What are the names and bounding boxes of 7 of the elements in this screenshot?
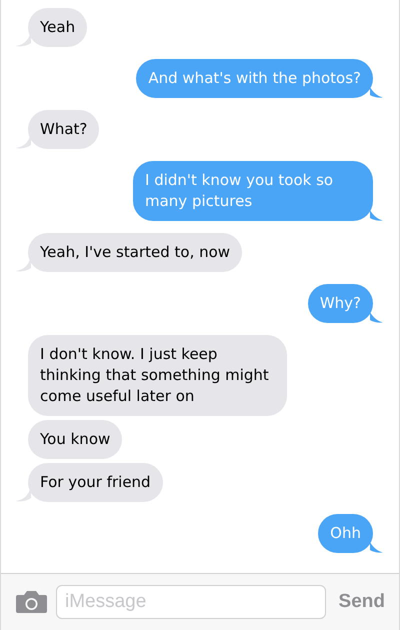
camera-icon[interactable]: [16, 591, 47, 613]
bubble-tail-icon: [370, 87, 383, 98]
bubble-tail-icon: [370, 210, 383, 221]
bubble-tail-icon: [370, 542, 383, 553]
message-input[interactable]: iMessage: [56, 585, 326, 619]
bubble-tail-icon: [370, 312, 383, 323]
send-button[interactable]: Send: [338, 588, 385, 616]
